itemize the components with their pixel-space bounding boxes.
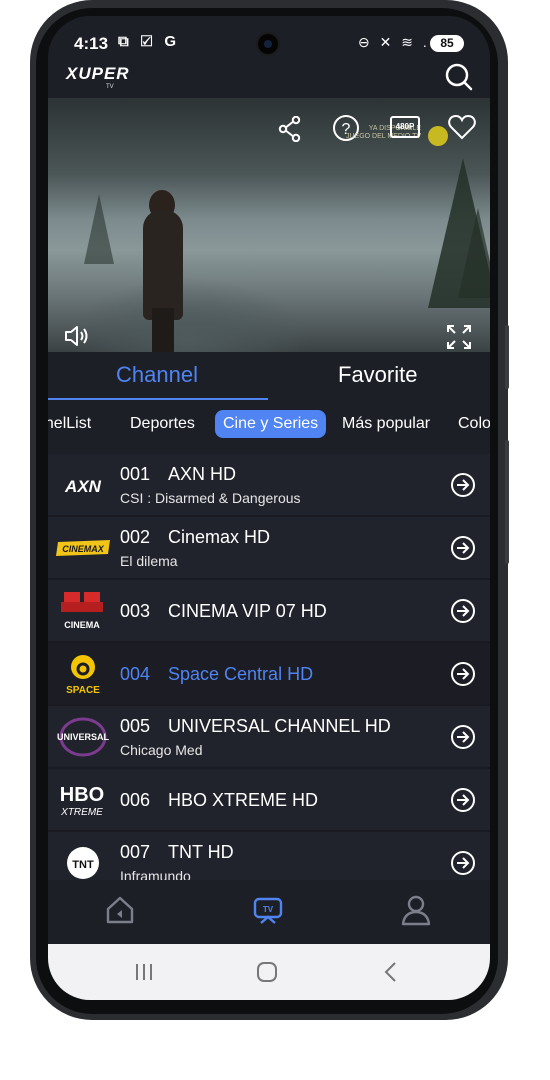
svg-text:HBO: HBO [60, 784, 104, 806]
channel-title: 003 CINEMA VIP 07 HD [120, 601, 327, 622]
channel-number: 006 [120, 790, 151, 810]
channel-program: Chicago Med [120, 742, 203, 758]
channel-number: 003 [120, 601, 151, 621]
favorite-icon[interactable] [448, 114, 476, 140]
tree-left [84, 194, 114, 264]
svg-text:TNT: TNT [72, 859, 94, 871]
channel-title: 006 HBO XTREME HD [120, 790, 318, 811]
channel-name: UNIVERSAL CHANNEL HD [168, 716, 391, 736]
channel-name: Cinemax HD [168, 527, 271, 547]
app-logo-sub: TV [106, 84, 114, 90]
person-body [143, 210, 183, 320]
arrow-right-icon[interactable] [450, 787, 476, 813]
profile-icon[interactable] [400, 894, 432, 926]
battery-indicator: 85 [430, 35, 464, 52]
arrow-right-icon[interactable] [450, 472, 476, 498]
axn-logo-icon: AXN [64, 477, 102, 496]
svg-text:CINEMAX: CINEMAX [62, 544, 104, 554]
chip-mas-popular[interactable]: Más popular [342, 410, 430, 438]
cinemax-logo-icon: CINEMAX [56, 540, 110, 556]
arrow-right-icon[interactable] [450, 850, 476, 876]
tab-channel[interactable]: Channel [116, 362, 198, 388]
universal-logo-icon: UNIVERSAL [57, 717, 110, 757]
channel-row[interactable]: AXN 001 AXN HD CSI : Disarmed & Dangerous [48, 454, 490, 517]
channel-row[interactable]: TNT 007 TNT HD Inframundo [48, 832, 490, 880]
tab-favorite[interactable]: Favorite [338, 362, 417, 388]
notification-icons: ⧉ ☑ G [118, 33, 181, 50]
volume-icon[interactable] [64, 324, 90, 348]
arrow-right-icon[interactable] [450, 724, 476, 750]
channel-row[interactable]: UNIVERSAL 005 UNIVERSAL CHANNEL HD Chicag… [48, 706, 490, 769]
channel-tabs: Channel Favorite [48, 352, 490, 400]
app-logo: XUPER [66, 64, 130, 83]
video-player[interactable]: ? YA DISPONIBLE JUEGO DEL MEDIO TV 480P [48, 98, 490, 352]
channel-name: HBO XTREME HD [168, 790, 319, 810]
tv-icon[interactable]: TV [252, 894, 284, 926]
arrow-right-icon[interactable] [450, 598, 476, 624]
system-nav-bar [48, 944, 490, 1000]
category-chips: nnelList Deportes Cine y Series Más popu… [48, 400, 490, 454]
channel-name: TNT HD [168, 842, 234, 862]
channel-number: 002 [120, 527, 151, 547]
tnt-logo-icon: TNT [67, 847, 99, 879]
share-icon[interactable] [278, 116, 302, 142]
channel-row-selected[interactable]: SPACE 004 Space Central HD [48, 643, 490, 706]
channel-name: CINEMA VIP 07 HD [168, 601, 327, 621]
svg-text:AXN: AXN [64, 477, 102, 496]
channel-title: 007 TNT HD [120, 842, 234, 863]
chip-channellist[interactable]: nnelList [48, 410, 91, 438]
fullscreen-icon[interactable] [446, 324, 472, 350]
channel-program: Inframundo [120, 868, 191, 880]
arrow-right-icon[interactable] [450, 535, 476, 561]
channel-number: 005 [120, 716, 151, 736]
front-camera [256, 32, 280, 56]
svg-text:UNIVERSAL: UNIVERSAL [57, 732, 110, 742]
quality-icon[interactable]: 480P [390, 116, 420, 138]
home-icon[interactable] [104, 894, 136, 926]
promo-logo [428, 126, 448, 146]
channel-row[interactable]: HBO XTREME 006 HBO XTREME HD [48, 769, 490, 832]
channel-number: 007 [120, 842, 151, 862]
channel-title: 004 Space Central HD [120, 664, 313, 685]
channel-row[interactable]: CINEMAX 002 Cinemax HD El dilema [48, 517, 490, 580]
arrow-right-icon[interactable] [450, 661, 476, 687]
svg-text:XTREME: XTREME [60, 807, 103, 818]
power-button [505, 440, 509, 564]
svg-text:TV: TV [263, 905, 274, 914]
bottom-nav: TV [48, 880, 490, 944]
chip-deportes[interactable]: Deportes [130, 410, 195, 438]
home-button-icon[interactable] [255, 960, 279, 984]
status-time: 4:13 [74, 34, 109, 53]
channel-program: CSI : Disarmed & Dangerous [120, 490, 301, 506]
app-bar: XUPER TV [48, 60, 490, 98]
chip-colo[interactable]: Colo [458, 410, 490, 438]
hbo-logo-icon: HBO XTREME [60, 784, 104, 818]
screen: 4:13 ⧉ ☑ G ⊖ ✕ ≋ .ıl 85 XUPER TV ? YA DI… [48, 16, 490, 1000]
svg-text:CINEMA: CINEMA [64, 620, 100, 630]
chip-cine-y-series[interactable]: Cine y Series [215, 410, 327, 438]
channel-row[interactable]: CINEMA 003 CINEMA VIP 07 HD [48, 580, 490, 643]
space-logo-icon: SPACE [66, 655, 100, 696]
channel-program: El dilema [120, 553, 178, 569]
back-icon[interactable] [379, 960, 403, 984]
person-legs [152, 308, 174, 352]
channel-number: 001 [120, 464, 151, 484]
channel-name: AXN HD [168, 464, 237, 484]
channel-number: 004 [120, 664, 151, 684]
channel-title: 001 AXN HD [120, 464, 236, 485]
search-icon[interactable] [444, 62, 474, 92]
channel-title: 005 UNIVERSAL CHANNEL HD [120, 716, 391, 737]
recent-apps-icon[interactable] [132, 960, 156, 984]
channel-list: AXN 001 AXN HD CSI : Disarmed & Dangerous… [48, 454, 490, 880]
channel-name: Space Central HD [168, 664, 314, 684]
volume-button [505, 325, 509, 389]
cinema-logo-icon: CINEMA [61, 592, 103, 630]
svg-text:SPACE: SPACE [66, 685, 100, 696]
channel-title: 002 Cinemax HD [120, 527, 270, 548]
